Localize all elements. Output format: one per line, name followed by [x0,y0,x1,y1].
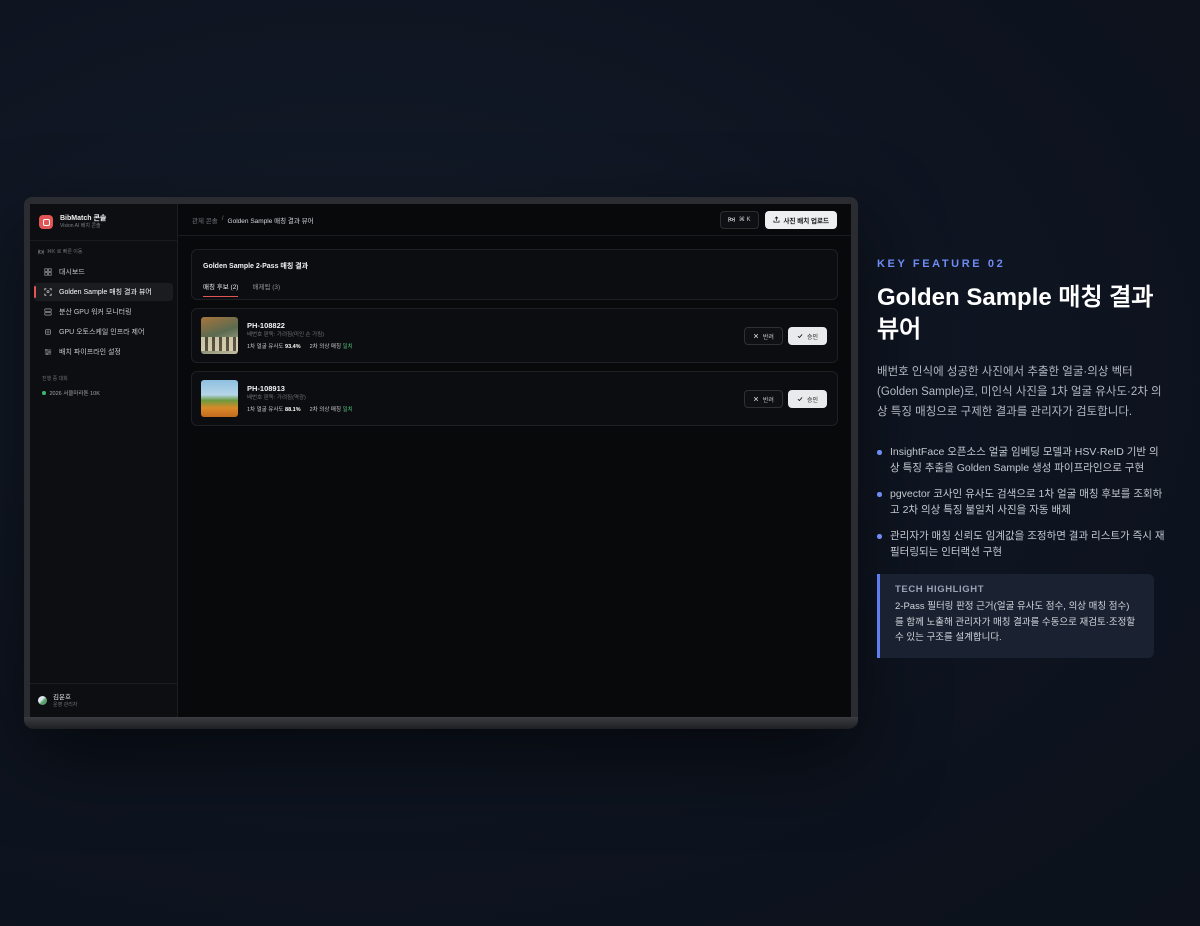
photo-id: PH-108913 [247,384,285,393]
tab-excluded[interactable]: 배제됨 (3) [252,281,280,297]
check-icon [797,397,803,402]
close-icon [753,396,759,402]
command-icon [727,217,735,222]
feature-bullet: pgvector 코사인 유사도 검색으로 1차 얼굴 매칭 후보를 조회하고 … [877,486,1167,518]
server-icon [44,308,52,316]
approve-label: 승인 [806,397,818,404]
photo-thumbnail[interactable] [201,380,238,417]
app-screen: BibMatch 콘솔 Vision AI 배치 콘솔 ⌘K 로 빠른 이동 대… [30,204,851,717]
user-name: 김운호 [53,693,71,701]
outfit-match-label: 2차 의상 매칭 [309,344,342,350]
event-label: 2026 서울마라톤 10K [49,391,100,397]
feature-kicker: KEY FEATURE 02 [877,258,1006,270]
sidebar-item-dashboard[interactable]: 대시보드 [34,263,173,281]
tech-highlight-text: 2-Pass 필터링 판정 근거(얼굴 유사도 점수, 의상 매칭 점수)를 함… [895,601,1136,643]
match-metrics: 1차 얼굴 유사도 93.4% 2차 의상 매칭 일치 [247,342,353,350]
sidebar-item-gpu-worker-monitoring[interactable]: 분산 GPU 워커 모니터링 [34,303,173,321]
command-palette-label: ⌘ K [738,217,751,223]
scan-face-icon [44,288,52,296]
feature-bullet: InsightFace 오픈소스 얼굴 임베딩 모델과 HSV·ReID 기반 … [877,444,1167,476]
brand[interactable]: BibMatch 콘솔 Vision AI 배치 콘솔 [30,204,177,241]
face-similarity-label: 1차 얼굴 유사도 [247,344,284,350]
upload-batch-label: 사진 배치 업로드 [783,217,829,225]
brand-logo-icon [39,215,53,229]
face-similarity: 1차 얼굴 유사도 93.4% [247,342,301,350]
photo-thumbnail[interactable] [201,317,238,354]
tab-match-candidates[interactable]: 매칭 후보 (2) [203,281,239,297]
reject-label: 반려 [762,397,774,404]
breadcrumb-root[interactable]: 관제 콘솔 [192,215,218,225]
sidebar-item-label: 배치 파이프라인 설정 [59,349,121,356]
check-icon [797,334,803,339]
list-item[interactable]: PH-108913 배번호 판독: 가려짐(역광) 1차 얼굴 유사도 88.1… [191,371,838,426]
row-actions: 반려 승인 [743,390,827,408]
tech-highlight-title: TECH HIGHLIGHT [895,584,985,595]
face-similarity-score: 88.1% [285,407,301,413]
feature-bullet: 관리자가 매칭 신뢰도 임계값을 조정하면 결과 리스트가 즉시 재필터링되는 … [877,528,1167,560]
quick-nav-hint: ⌘K 로 빠른 이동 [30,241,177,261]
result-tabs: 매칭 후보 (2) 배제됨 (3) [203,281,826,297]
feature-bullets: InsightFace 오픈소스 얼굴 임베딩 모델과 HSV·ReID 기반 … [877,444,1167,560]
list-item[interactable]: PH-108822 배번호 판독: 가려짐(미인 손 가림) 1차 얼굴 유사도… [191,308,838,363]
sidebar-item-gpu-autoscale[interactable]: GPU 오토스케일 인프라 제어 [34,323,173,341]
face-similarity: 1차 얼굴 유사도 88.1% [247,405,301,413]
row-actions: 반려 승인 [743,327,827,345]
approve-label: 승인 [806,334,818,341]
result-panel: Golden Sample 2-Pass 매칭 결과 매칭 후보 (2) 배제됨… [191,249,838,300]
outfit-match: 2차 의상 매칭 일치 [310,405,353,413]
sidebar-item-label: 대시보드 [59,269,85,276]
sliders-icon [44,348,52,356]
events-section-label: 진행 중 대회 [42,376,68,382]
topbar: 관제 콘솔 / Golden Sample 매칭 결과 뷰어 ⌘ K 사진 배치… [178,204,851,236]
reject-label: 반려 [762,334,774,341]
quick-nav-hint-text: ⌘K 로 빠른 이동 [47,249,83,255]
brand-subtitle: Vision AI 배치 콘솔 [60,223,101,229]
top-actions: ⌘ K 사진 배치 업로드 [719,210,837,229]
breadcrumb: 관제 콘솔 / Golden Sample 매칭 결과 뷰어 [192,215,314,225]
close-icon [753,333,759,339]
dashboard-icon [44,268,52,276]
sidebar-item-label: GPU 오토스케일 인프라 제어 [59,329,145,336]
face-similarity-score: 93.4% [285,344,301,350]
photo-id: PH-108822 [247,321,285,330]
tech-highlight-box: TECH HIGHLIGHT 2-Pass 필터링 판정 근거(얼굴 유사도 점… [877,574,1154,658]
match-metrics: 1차 얼굴 유사도 88.1% 2차 의상 매칭 일치 [247,405,353,413]
feature-description: KEY FEATURE 02 Golden Sample 매칭 결과 뷰어 배번… [877,258,1167,658]
sidebar-item-pipeline-settings[interactable]: 배치 파이프라인 설정 [34,343,173,361]
sidebar-item-golden-sample-viewer[interactable]: Golden Sample 매칭 결과 뷰어 [34,283,173,301]
approve-button[interactable]: 승인 [787,390,827,408]
reject-button[interactable]: 반려 [743,390,783,408]
feature-summary: 배번호 인식에 성공한 사진에서 추출한 얼굴·의상 벡터(Golden Sam… [877,366,1162,418]
breadcrumb-separator: / [221,214,224,222]
breadcrumb-current: Golden Sample 매칭 결과 뷰어 [227,217,314,225]
avatar [38,696,47,705]
approve-button[interactable]: 승인 [787,327,827,345]
outfit-match-result: 일치 [342,344,353,350]
command-palette-button[interactable]: ⌘ K [719,210,759,229]
brand-title: BibMatch 콘솔 [60,215,107,222]
cpu-icon [45,329,51,335]
main-content: 관제 콘솔 / Golden Sample 매칭 결과 뷰어 ⌘ K 사진 배치… [178,204,851,717]
feature-headline: Golden Sample 매칭 결과 뷰어 [877,284,1154,343]
face-similarity-label: 1차 얼굴 유사도 [247,407,284,413]
upload-batch-button[interactable]: 사진 배치 업로드 [764,210,837,229]
user-profile[interactable]: 김운호 운영 관리자 [30,683,177,717]
laptop-base [24,717,858,729]
sidebar-item-label: Golden Sample 매칭 결과 뷰어 [59,289,152,296]
command-icon [38,249,44,254]
reject-button[interactable]: 반려 [743,327,783,345]
outfit-match-label: 2차 의상 매칭 [309,407,342,413]
outfit-match-result: 일치 [342,407,353,413]
event-item[interactable]: 2026 서울마라톤 10K [30,387,177,399]
sidebar: BibMatch 콘솔 Vision AI 배치 콘솔 ⌘K 로 빠른 이동 대… [30,204,178,717]
panel-title: Golden Sample 2-Pass 매칭 결과 [203,263,309,270]
bib-read-status: 배번호 판독: 가려짐(미인 손 가림) [247,332,325,338]
bib-read-status: 배번호 판독: 가려짐(역광) [247,395,306,401]
status-dot-icon [42,391,46,395]
outfit-match: 2차 의상 매칭 일치 [310,342,353,350]
upload-icon [773,216,779,223]
sidebar-item-label: 분산 GPU 워커 모니터링 [59,309,132,316]
user-role: 운영 관리자 [53,701,78,708]
